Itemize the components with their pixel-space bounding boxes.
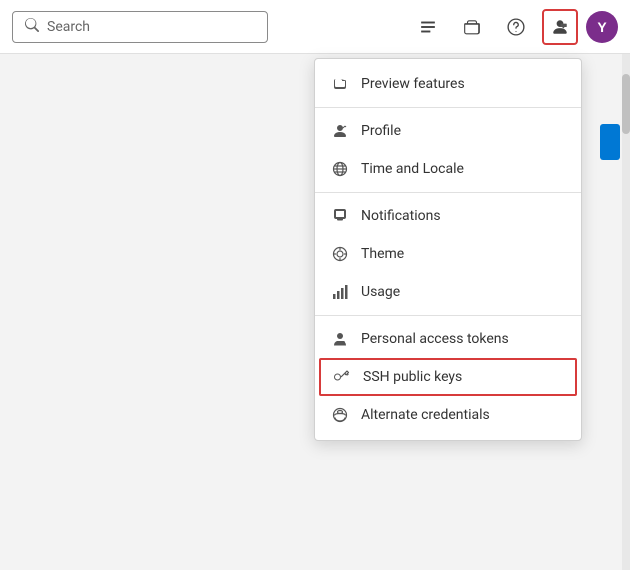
notifications-label: Notifications	[361, 208, 441, 224]
personal-access-tokens-icon	[331, 330, 349, 348]
preview-features-icon	[331, 75, 349, 93]
menu-item-personal-access-tokens[interactable]: Personal access tokens	[315, 320, 581, 358]
time-locale-icon	[331, 160, 349, 178]
theme-icon	[331, 245, 349, 263]
ssh-public-keys-icon	[333, 368, 351, 386]
avatar-button[interactable]: Y	[586, 11, 618, 43]
tasks-button[interactable]	[410, 9, 446, 45]
profile-icon	[331, 122, 349, 140]
personal-access-tokens-label: Personal access tokens	[361, 331, 509, 347]
notifications-icon	[331, 207, 349, 225]
theme-label: Theme	[361, 246, 404, 262]
menu-item-ssh-public-keys[interactable]: SSH public keys	[319, 358, 577, 396]
menu-item-notifications[interactable]: Notifications	[315, 197, 581, 235]
menu-item-profile[interactable]: Profile	[315, 112, 581, 150]
time-locale-label: Time and Locale	[361, 161, 464, 177]
divider-2	[315, 192, 581, 193]
background-blue-button	[600, 124, 620, 160]
usage-label: Usage	[361, 284, 400, 300]
menu-item-preview-features[interactable]: Preview features	[315, 65, 581, 103]
menu-item-time-locale[interactable]: Time and Locale	[315, 150, 581, 188]
user-settings-button[interactable]	[542, 9, 578, 45]
usage-icon	[331, 283, 349, 301]
search-icon	[25, 18, 39, 36]
profile-label: Profile	[361, 123, 401, 139]
search-input-label: Search	[47, 19, 90, 35]
alternate-credentials-icon	[331, 406, 349, 424]
menu-item-usage[interactable]: Usage	[315, 273, 581, 311]
divider-1	[315, 107, 581, 108]
divider-3	[315, 315, 581, 316]
header: Search	[0, 0, 630, 54]
scrollbar-thumb[interactable]	[622, 74, 630, 134]
user-dropdown-menu: Preview features Profile Time and Locale	[314, 58, 582, 441]
menu-item-theme[interactable]: Theme	[315, 235, 581, 273]
header-icons: Y	[410, 9, 618, 45]
scrollbar[interactable]	[622, 54, 630, 570]
help-button[interactable]	[498, 9, 534, 45]
search-box[interactable]: Search	[12, 11, 268, 43]
preview-features-label: Preview features	[361, 76, 465, 92]
alternate-credentials-label: Alternate credentials	[361, 407, 490, 423]
ssh-public-keys-label: SSH public keys	[363, 369, 462, 385]
avatar-label: Y	[597, 19, 606, 35]
menu-item-alternate-credentials[interactable]: Alternate credentials	[315, 396, 581, 434]
marketplace-button[interactable]	[454, 9, 490, 45]
